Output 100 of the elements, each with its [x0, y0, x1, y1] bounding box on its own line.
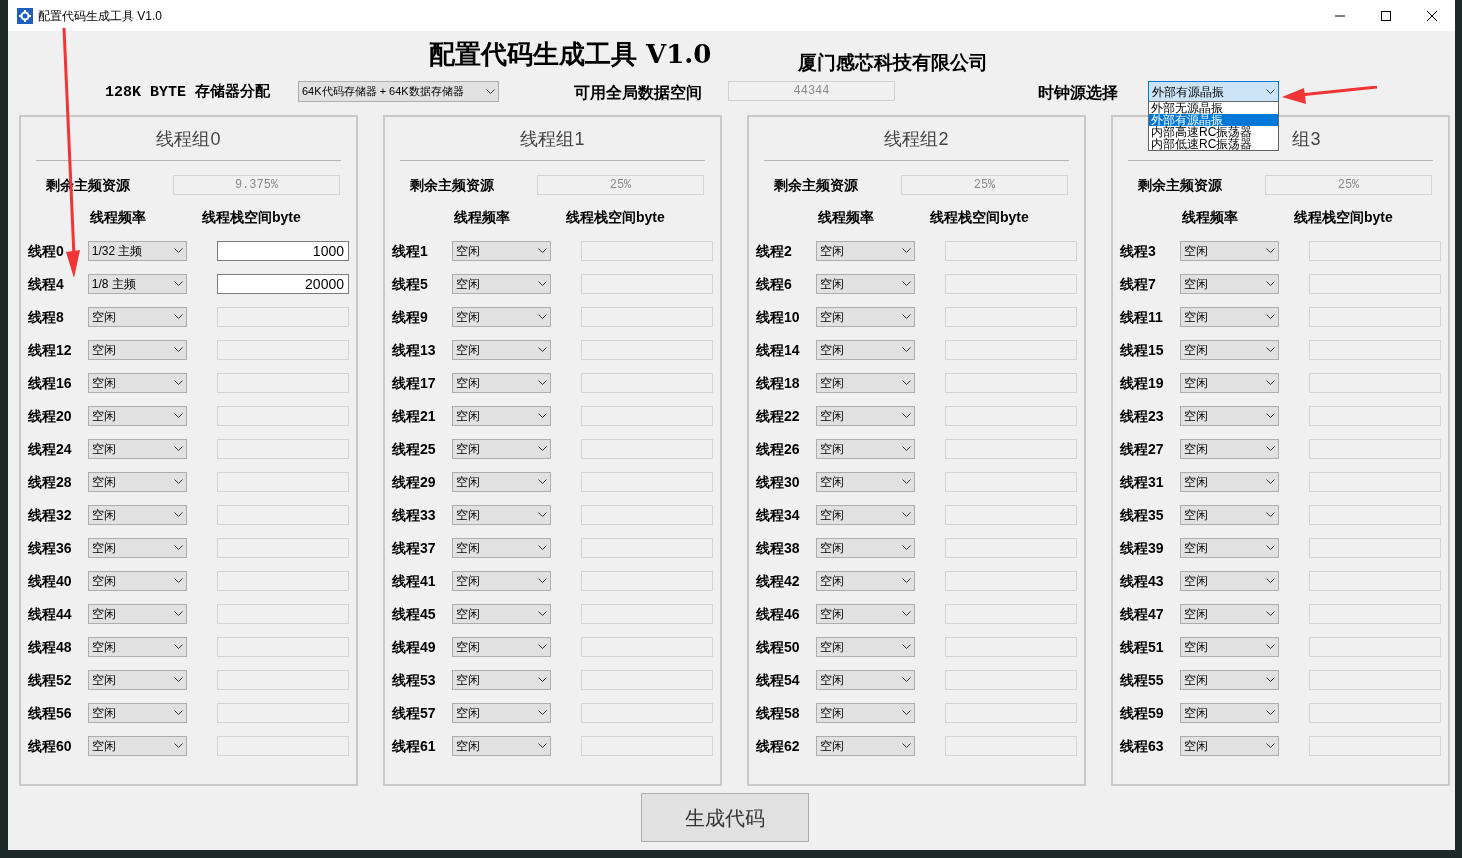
- frequency-select[interactable]: 空闲: [815, 505, 916, 525]
- frequency-select[interactable]: 空闲: [1179, 274, 1280, 294]
- stack-field[interactable]: [217, 439, 349, 459]
- stack-field[interactable]: [1309, 406, 1441, 426]
- frequency-select[interactable]: 空闲: [451, 340, 552, 360]
- frequency-select[interactable]: 空闲: [1179, 505, 1280, 525]
- frequency-select[interactable]: 空闲: [815, 670, 916, 690]
- stack-field[interactable]: [945, 472, 1077, 492]
- stack-field[interactable]: [945, 670, 1077, 690]
- stack-field[interactable]: [581, 736, 713, 756]
- frequency-select[interactable]: 空闲: [815, 373, 916, 393]
- stack-field[interactable]: [945, 538, 1077, 558]
- stack-field[interactable]: [581, 241, 713, 261]
- stack-field[interactable]: [581, 670, 713, 690]
- frequency-select[interactable]: 空闲: [87, 571, 188, 591]
- memory-select[interactable]: 64K代码存储器 + 64K数据存储器: [298, 81, 499, 102]
- stack-field[interactable]: [945, 307, 1077, 327]
- stack-field[interactable]: [581, 472, 713, 492]
- stack-field[interactable]: [581, 604, 713, 624]
- stack-field[interactable]: [945, 604, 1077, 624]
- stack-field[interactable]: [1309, 670, 1441, 690]
- frequency-select[interactable]: 空闲: [451, 373, 552, 393]
- stack-field[interactable]: [217, 637, 349, 657]
- frequency-select[interactable]: 空闲: [1179, 736, 1280, 756]
- stack-field[interactable]: [581, 505, 713, 525]
- frequency-select[interactable]: 空闲: [451, 703, 552, 723]
- frequency-select[interactable]: 空闲: [815, 274, 916, 294]
- stack-field[interactable]: [581, 274, 713, 294]
- frequency-select[interactable]: 空闲: [1179, 472, 1280, 492]
- stack-field[interactable]: [217, 538, 349, 558]
- frequency-select[interactable]: 空闲: [451, 736, 552, 756]
- frequency-select[interactable]: 空闲: [1179, 670, 1280, 690]
- frequency-select[interactable]: 空闲: [1179, 604, 1280, 624]
- frequency-select[interactable]: 空闲: [87, 406, 188, 426]
- stack-field[interactable]: [945, 703, 1077, 723]
- stack-field[interactable]: [1309, 538, 1441, 558]
- frequency-select[interactable]: 空闲: [87, 670, 188, 690]
- stack-field[interactable]: [945, 637, 1077, 657]
- stack-field[interactable]: [581, 703, 713, 723]
- stack-field[interactable]: 1000: [217, 241, 349, 261]
- frequency-select[interactable]: 空闲: [815, 571, 916, 591]
- frequency-select[interactable]: 空闲: [87, 538, 188, 558]
- frequency-select[interactable]: 空闲: [451, 604, 552, 624]
- frequency-select[interactable]: 空闲: [451, 637, 552, 657]
- frequency-select[interactable]: 空闲: [451, 439, 552, 459]
- stack-field[interactable]: [1309, 703, 1441, 723]
- stack-field[interactable]: [217, 373, 349, 393]
- generate-code-button[interactable]: 生成代码: [640, 793, 809, 842]
- frequency-select[interactable]: 空闲: [815, 340, 916, 360]
- stack-field[interactable]: [1309, 571, 1441, 591]
- stack-field[interactable]: [1309, 505, 1441, 525]
- stack-field[interactable]: [581, 439, 713, 459]
- frequency-select[interactable]: 空闲: [87, 604, 188, 624]
- frequency-select[interactable]: 空闲: [1179, 241, 1280, 261]
- stack-field[interactable]: [1309, 736, 1441, 756]
- stack-field[interactable]: [217, 307, 349, 327]
- stack-field[interactable]: [217, 604, 349, 624]
- frequency-select[interactable]: 空闲: [815, 604, 916, 624]
- stack-field[interactable]: [581, 340, 713, 360]
- stack-field[interactable]: [217, 736, 349, 756]
- stack-field[interactable]: [1309, 307, 1441, 327]
- frequency-select[interactable]: 空闲: [815, 241, 916, 261]
- frequency-select[interactable]: 空闲: [451, 505, 552, 525]
- frequency-select[interactable]: 空闲: [87, 472, 188, 492]
- frequency-select[interactable]: 空闲: [1179, 439, 1280, 459]
- frequency-select[interactable]: 空闲: [87, 505, 188, 525]
- stack-field[interactable]: [581, 406, 713, 426]
- frequency-select[interactable]: 空闲: [451, 406, 552, 426]
- frequency-select[interactable]: 空闲: [87, 637, 188, 657]
- frequency-select[interactable]: 空闲: [1179, 571, 1280, 591]
- frequency-select[interactable]: 空闲: [815, 637, 916, 657]
- frequency-select[interactable]: 空闲: [451, 571, 552, 591]
- frequency-select[interactable]: 空闲: [451, 274, 552, 294]
- stack-field[interactable]: [945, 373, 1077, 393]
- dropdown-option[interactable]: 外部有源晶振: [1149, 114, 1278, 126]
- stack-field[interactable]: [581, 307, 713, 327]
- frequency-select[interactable]: 空闲: [815, 736, 916, 756]
- stack-field[interactable]: [945, 439, 1077, 459]
- stack-field[interactable]: [1309, 472, 1441, 492]
- stack-field[interactable]: [1309, 373, 1441, 393]
- frequency-select[interactable]: 空闲: [1179, 637, 1280, 657]
- frequency-select[interactable]: 空闲: [1179, 703, 1280, 723]
- frequency-select[interactable]: 空闲: [87, 703, 188, 723]
- stack-field[interactable]: [1309, 439, 1441, 459]
- stack-field[interactable]: [217, 340, 349, 360]
- stack-field[interactable]: [945, 340, 1077, 360]
- frequency-select[interactable]: 空闲: [815, 406, 916, 426]
- stack-field[interactable]: [581, 637, 713, 657]
- frequency-select[interactable]: 空闲: [87, 373, 188, 393]
- frequency-select[interactable]: 空闲: [451, 670, 552, 690]
- stack-field[interactable]: [217, 571, 349, 591]
- stack-field[interactable]: [945, 406, 1077, 426]
- stack-field[interactable]: [581, 538, 713, 558]
- stack-field[interactable]: [1309, 274, 1441, 294]
- frequency-select[interactable]: 空闲: [1179, 307, 1280, 327]
- stack-field[interactable]: [945, 274, 1077, 294]
- stack-field[interactable]: [581, 571, 713, 591]
- frequency-select[interactable]: 空闲: [1179, 406, 1280, 426]
- frequency-select[interactable]: 空闲: [451, 538, 552, 558]
- stack-field[interactable]: [1309, 604, 1441, 624]
